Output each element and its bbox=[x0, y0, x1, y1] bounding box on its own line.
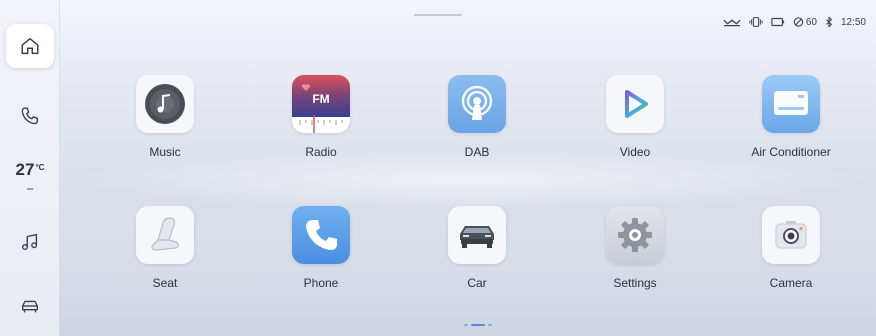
temperature-unit: °C bbox=[35, 163, 45, 172]
page-dot[interactable] bbox=[464, 324, 468, 326]
music-note-icon bbox=[21, 233, 38, 251]
car-front-icon bbox=[448, 206, 506, 264]
app-radio[interactable]: FM Radio bbox=[266, 75, 376, 175]
video-play-icon bbox=[606, 75, 664, 133]
signal-value: 60 bbox=[805, 16, 817, 28]
app-label: Air Conditioner bbox=[751, 145, 831, 159]
phone-handset-icon bbox=[292, 206, 350, 264]
app-music[interactable]: Music bbox=[110, 75, 220, 175]
sidebar: 27 °C bbox=[0, 0, 60, 336]
car-icon bbox=[21, 300, 39, 313]
page-indicator[interactable] bbox=[464, 324, 492, 326]
app-label: Camera bbox=[769, 276, 813, 290]
app-air-conditioner[interactable]: Air Conditioner bbox=[736, 75, 846, 175]
settings-gear-icon bbox=[606, 206, 664, 264]
sidebar-item-music[interactable] bbox=[6, 220, 54, 264]
app-settings[interactable]: Settings bbox=[580, 206, 690, 306]
page-dot-active[interactable] bbox=[471, 324, 485, 326]
temperature-indicator bbox=[27, 188, 33, 190]
app-dab[interactable]: DAB bbox=[422, 75, 532, 175]
no-signal-icon: 60 bbox=[793, 16, 817, 28]
app-label: Phone bbox=[303, 276, 339, 290]
app-camera[interactable]: Camera bbox=[736, 206, 846, 306]
app-label: Music bbox=[149, 145, 181, 159]
app-label: Seat bbox=[152, 276, 178, 290]
wifi-hotspot-icon bbox=[723, 16, 741, 28]
sidebar-item-phone[interactable] bbox=[6, 94, 54, 138]
page-dot[interactable] bbox=[488, 324, 492, 326]
sidebar-item-home[interactable] bbox=[6, 24, 54, 68]
radio-fm-icon: FM bbox=[292, 75, 350, 133]
music-icon bbox=[136, 75, 194, 133]
app-label: Car bbox=[467, 276, 487, 290]
sidebar-item-temperature[interactable]: 27 °C bbox=[6, 160, 54, 200]
notification-drag-handle[interactable] bbox=[414, 14, 462, 16]
app-video[interactable]: Video bbox=[580, 75, 690, 175]
app-car[interactable]: Car bbox=[422, 206, 532, 306]
seat-icon bbox=[136, 206, 194, 264]
battery-icon bbox=[771, 16, 785, 28]
sidebar-item-car[interactable] bbox=[6, 284, 54, 328]
app-phone[interactable]: Phone bbox=[266, 206, 376, 306]
bluetooth-icon bbox=[825, 16, 833, 28]
camera-icon bbox=[762, 206, 820, 264]
home-screen: 27 °C 60 12:50 Music FM Radio DAB Video … bbox=[0, 0, 876, 336]
air-conditioner-icon bbox=[762, 75, 820, 133]
app-seat[interactable]: Seat bbox=[110, 206, 220, 306]
app-label: Settings bbox=[613, 276, 657, 290]
home-icon bbox=[21, 37, 39, 55]
temperature-value: 27 bbox=[15, 160, 35, 179]
app-label: DAB bbox=[464, 145, 490, 159]
clock: 12:50 bbox=[840, 16, 866, 28]
phone-icon bbox=[21, 107, 39, 125]
vibrate-icon bbox=[749, 16, 763, 28]
radio-badge: FM bbox=[312, 92, 330, 106]
app-label: Video bbox=[619, 145, 651, 159]
dab-icon bbox=[448, 75, 506, 133]
status-bar: 60 12:50 bbox=[723, 14, 866, 30]
app-label: Radio bbox=[305, 145, 337, 159]
